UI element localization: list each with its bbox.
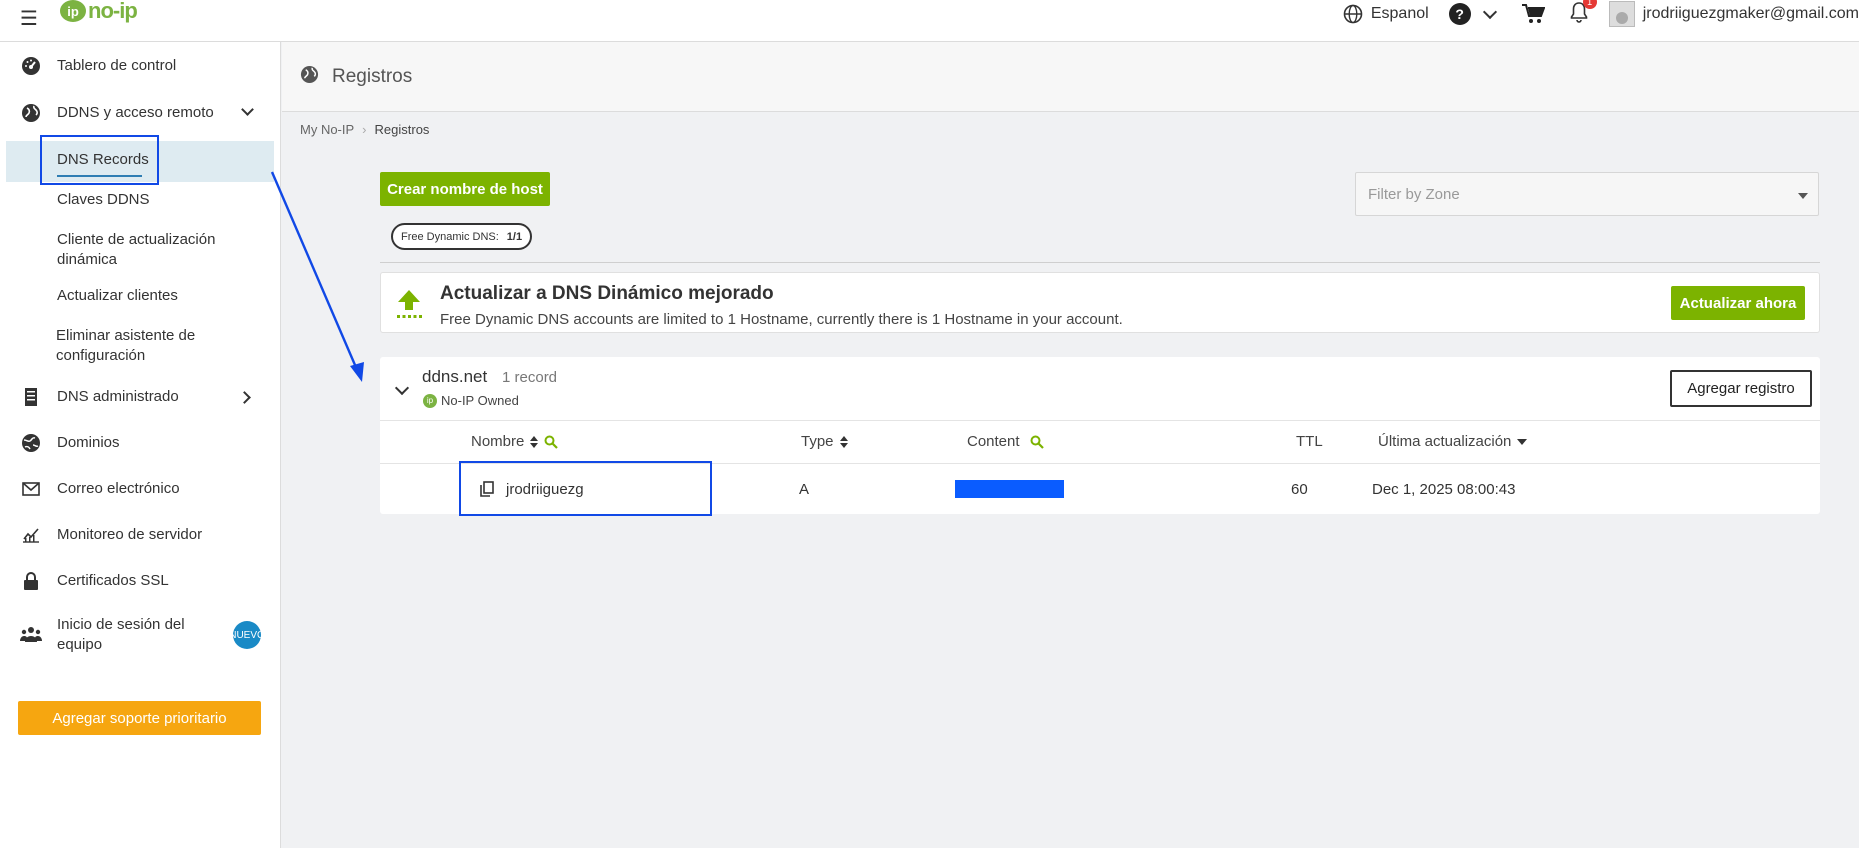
column-header-ttl[interactable]: TTL — [1296, 433, 1323, 450]
sidebar-item-managed-dns[interactable]: DNS administrado — [0, 385, 281, 409]
logo-text: no-ip — [88, 0, 138, 23]
upload-arrow-icon — [396, 289, 422, 323]
lock-icon — [20, 570, 42, 592]
sidebar-subitem-remove-setup-wizard[interactable]: Eliminar asistente de configuración — [56, 326, 246, 366]
column-header-label: Type — [801, 433, 834, 450]
globe-language-icon — [1343, 4, 1363, 24]
column-header-content[interactable]: Content — [967, 433, 1044, 450]
chevron-right-icon — [238, 391, 251, 404]
help-icon[interactable]: ? — [1448, 3, 1471, 25]
zone-owner: ip No-IP Owned — [423, 393, 519, 408]
domains-globe-icon — [20, 432, 42, 454]
sidebar-item-ssl[interactable]: Certificados SSL — [0, 569, 281, 593]
column-header-label: Nombre — [471, 433, 525, 450]
breadcrumb: My No-IP › Registros — [300, 122, 429, 137]
zone-record-count: 1 record — [502, 369, 558, 386]
chart-icon — [20, 524, 42, 546]
server-icon — [20, 386, 42, 408]
zone-filter-placeholder: Filter by Zone — [1368, 186, 1460, 203]
zone-filter-select[interactable]: Filter by Zone — [1355, 172, 1819, 216]
sidebar-item-domains[interactable]: Dominios — [0, 431, 281, 455]
upgrade-description: Free Dynamic DNS accounts are limited to… — [440, 311, 1123, 328]
sidebar-item-label: Monitoreo de servidor — [57, 526, 203, 543]
sidebar-item-email[interactable]: Correo electrónico — [0, 477, 281, 501]
column-header-type[interactable]: Type — [801, 433, 848, 450]
dashboard-icon — [20, 55, 42, 77]
sidebar-subitem-update-clients[interactable]: Actualizar clientes — [57, 286, 178, 306]
add-record-button[interactable]: Agregar registro — [1670, 370, 1812, 407]
sidebar-subitem-ddns-keys[interactable]: Claves DDNS — [57, 190, 150, 210]
sidebar-subitem-dynamic-update-client[interactable]: Cliente de actualización dinámica — [57, 230, 247, 270]
upgrade-title: Actualizar a DNS Dinámico mejorado — [440, 283, 774, 304]
search-icon[interactable] — [544, 435, 559, 449]
mail-icon — [20, 478, 42, 500]
sidebar-item-label: Certificados SSL — [57, 572, 169, 589]
zone-name: ddns.net — [422, 367, 488, 386]
table-divider — [380, 420, 1820, 421]
sidebar-item-label: Correo electrónico — [57, 480, 180, 497]
record-ttl: 60 — [1291, 481, 1308, 498]
sidebar-item-label: DDNS y acceso remoto — [57, 104, 214, 121]
sidebar-item-server-monitoring[interactable]: Monitoreo de servidor — [0, 523, 281, 547]
new-badge: NUEVO — [233, 621, 261, 649]
record-last-updated: Dec 1, 2025 08:00:43 — [1372, 481, 1516, 498]
record-type: A — [799, 481, 810, 498]
team-icon — [20, 623, 42, 645]
chevron-down-icon — [241, 103, 254, 116]
highlight-box-hostname — [459, 461, 712, 516]
page-header: Registros — [282, 42, 1859, 112]
column-header-last-updated[interactable]: Última actualización — [1378, 433, 1528, 450]
sidebar-item-label: Tablero de control — [57, 57, 177, 74]
breadcrumb-current: Registros — [374, 122, 430, 137]
sort-desc-icon — [1517, 438, 1528, 445]
language-label: Espanol — [1370, 5, 1429, 22]
column-header-label: Última actualización — [1378, 433, 1512, 450]
noip-logo-icon: ip — [423, 393, 437, 408]
breadcrumb-link-home[interactable]: My No-IP — [300, 122, 354, 137]
language-selector[interactable]: Espanol — [1343, 4, 1429, 24]
globe-icon — [300, 65, 319, 88]
caret-down-icon — [1798, 193, 1808, 199]
sidebar-item-label: Dominios — [57, 434, 120, 451]
sort-icon — [839, 435, 848, 448]
cart-icon[interactable] — [1521, 3, 1545, 25]
avatar-placeholder-icon — [1615, 12, 1628, 24]
upgrade-banner: Actualizar a DNS Dinámico mejorado Free … — [380, 272, 1820, 333]
breadcrumb-separator: › — [362, 122, 367, 137]
hamburger-menu-icon[interactable]: ☰ — [20, 6, 38, 31]
column-header-name[interactable]: Nombre — [471, 433, 559, 450]
create-hostname-button[interactable]: Crear nombre de host — [380, 172, 550, 206]
notifications-button[interactable]: 1 — [1569, 0, 1597, 27]
plan-usage-pill: Free Dynamic DNS: 1/1 — [391, 223, 533, 250]
upgrade-now-button[interactable]: Actualizar ahora — [1671, 286, 1805, 320]
zone-owner-label: No-IP Owned — [441, 393, 519, 408]
plan-usage-value: 1/1 — [506, 230, 523, 243]
sidebar-item-label: DNS administrado — [57, 388, 179, 405]
collapse-chevron-icon[interactable] — [394, 380, 410, 396]
page-title: Registros — [332, 66, 413, 87]
sidebar-item-label: Inicio de sesión del equipo — [57, 616, 185, 653]
highlight-box-dns-records — [40, 135, 159, 185]
top-bar: ☰ ip no-ip Espanol ? 1 jrodriiguezgmaker… — [0, 0, 1859, 42]
user-email[interactable]: jrodriiguezgmaker@gmail.com — [1643, 5, 1859, 23]
sidebar-item-ddns[interactable]: DDNS y acceso remoto — [0, 101, 281, 125]
logo-mark: ip — [60, 0, 86, 22]
search-icon[interactable] — [1030, 435, 1044, 449]
column-header-label: Content — [967, 433, 1020, 450]
add-priority-support-button[interactable]: Agregar soporte prioritario — [18, 701, 261, 735]
globe-icon — [20, 102, 42, 124]
sidebar-item-dashboard[interactable]: Tablero de control — [0, 54, 281, 78]
logo[interactable]: ip no-ip — [60, 0, 138, 24]
sort-icon — [530, 435, 539, 448]
divider — [380, 262, 1820, 263]
record-content-redacted — [955, 480, 1064, 498]
avatar[interactable] — [1608, 1, 1635, 27]
plan-usage-label: Free Dynamic DNS: — [401, 230, 499, 243]
chevron-down-icon[interactable] — [1482, 4, 1497, 20]
